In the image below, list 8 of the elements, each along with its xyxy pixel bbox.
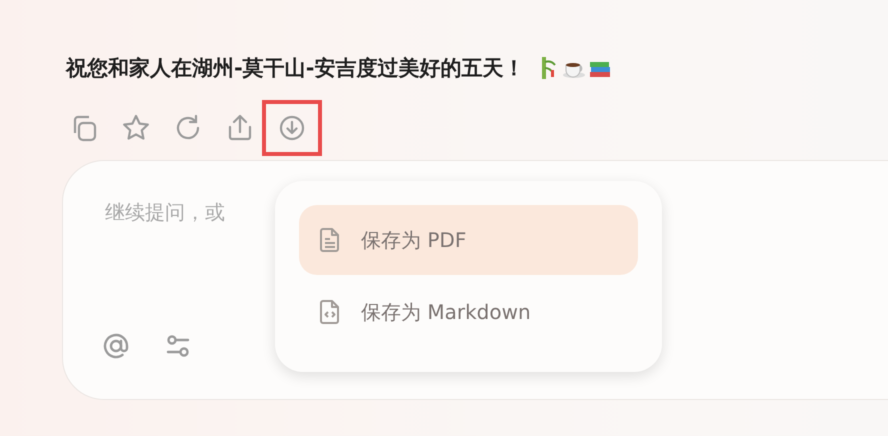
mention-button[interactable] — [101, 331, 131, 361]
message-text: 祝您和家人在湖州-莫干山-安吉度过美好的五天！ — [66, 55, 524, 82]
document-icon — [319, 227, 341, 253]
menu-item[interactable]: 保存为 PDF — [299, 205, 638, 275]
download-button[interactable] — [262, 100, 322, 156]
download-icon — [277, 113, 307, 143]
code-file-icon — [319, 299, 341, 325]
menu-item[interactable]: 保存为 Markdown — [299, 277, 638, 347]
